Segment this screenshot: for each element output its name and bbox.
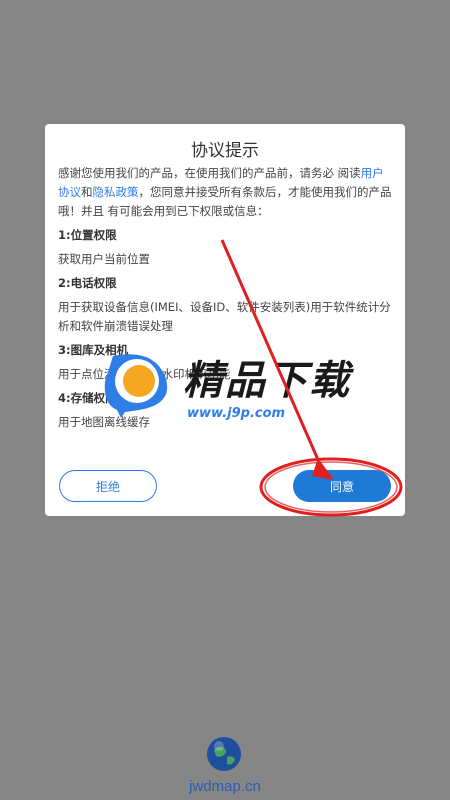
intro-paragraph: 感谢您使用我们的产品，在使用我们的产品前，请务必 阅读用户协议和隐私政策，您同意… (58, 164, 393, 221)
agree-button[interactable]: 同意 (293, 470, 391, 502)
reject-button[interactable]: 拒绝 (59, 470, 157, 502)
watermark-title: 精品下载 (183, 358, 351, 404)
intro-and: 和 (81, 185, 93, 199)
intro-text-pre: 感谢您使用我们的产品，在使用我们的产品前，请务必 阅读 (58, 166, 361, 180)
watermark: 精品下载 www.j9p.com (95, 340, 385, 421)
section-title-phone: 2:电话权限 (58, 276, 117, 290)
section-desc-phone: 用于获取设备信息(IMEI、设备ID、软件安装列表)用于软件统计分析和软件崩溃错… (58, 300, 391, 333)
section-title-location: 1:位置权限 (58, 228, 117, 242)
agreement-dialog: 协议提示 感谢您使用我们的产品，在使用我们的产品前，请务必 阅读用户协议和隐私政… (45, 124, 405, 516)
watermark-url: www.j9p.com (187, 406, 286, 421)
watermark-logo-icon (104, 354, 168, 418)
footer-site-text: jwdmap.cn (189, 778, 261, 795)
dialog-title: 协议提示 (191, 141, 259, 161)
section-desc-location: 获取用户当前位置 (58, 252, 150, 266)
privacy-policy-link[interactable]: 隐私政策 (93, 185, 139, 199)
globe-icon (207, 737, 241, 771)
